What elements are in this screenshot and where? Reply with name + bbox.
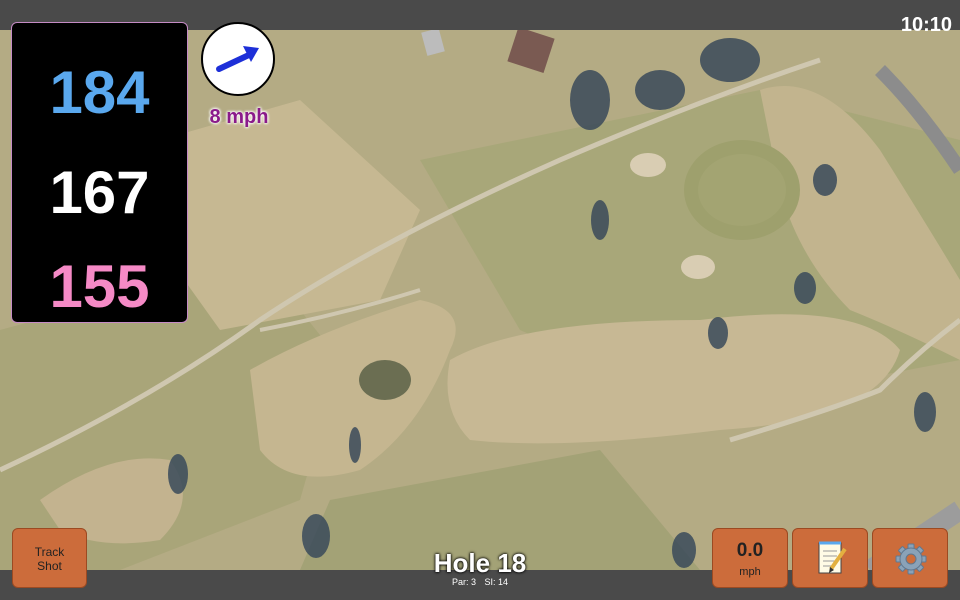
wind-indicator	[201, 22, 275, 96]
back-distance: 184	[49, 59, 150, 126]
track-shot-label-line2: Shot	[37, 559, 62, 573]
status-clock: 10:10	[900, 14, 952, 36]
speed-unit: mph	[739, 566, 761, 578]
wind-arrow-icon	[216, 46, 259, 72]
hole-stroke-index: SI: 14	[484, 577, 509, 587]
hole-title: Hole 18	[433, 548, 527, 578]
notes-button[interactable]	[792, 528, 868, 588]
notepad-icon	[818, 541, 847, 574]
settings-button[interactable]	[872, 528, 948, 588]
hole-par: Par: 3	[451, 577, 476, 587]
middle-distance: 167	[49, 159, 150, 226]
gear-icon	[895, 543, 927, 575]
front-distance: 155	[49, 253, 150, 320]
speed-button[interactable]: 0.0 mph	[712, 528, 788, 588]
track-shot-label-line1: Track	[34, 545, 65, 559]
track-shot-button[interactable]: Track Shot	[12, 528, 87, 588]
speed-value: 0.0	[736, 540, 764, 561]
wind-speed-label: 8 mph	[209, 106, 269, 128]
distance-panel: 184 167 155	[11, 22, 188, 323]
hole-meta: Par: 3 SI: 14	[380, 577, 580, 587]
